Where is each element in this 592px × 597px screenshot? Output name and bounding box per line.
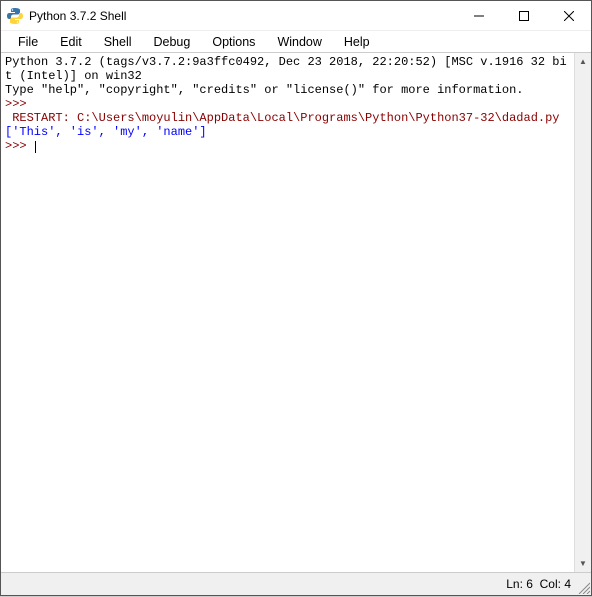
statusbar: Ln: 6 Col: 4 [1, 573, 591, 595]
vertical-scrollbar[interactable]: ▲ ▼ [574, 53, 591, 572]
prompt: >>> [5, 97, 34, 111]
menubar: File Edit Shell Debug Options Window Hel… [1, 31, 591, 53]
titlebar: Python 3.7.2 Shell [1, 1, 591, 31]
menu-options[interactable]: Options [203, 33, 264, 51]
window-controls [456, 1, 591, 30]
python-icon [7, 8, 23, 24]
line-indicator: Ln: 6 [506, 577, 533, 591]
output-line: ['This', 'is', 'my', 'name'] [5, 125, 207, 139]
scroll-up-button[interactable]: ▲ [575, 53, 591, 70]
menu-edit[interactable]: Edit [51, 33, 91, 51]
minimize-button[interactable] [456, 1, 501, 30]
shell-content[interactable]: Python 3.7.2 (tags/v3.7.2:9a3ffc0492, De… [1, 53, 574, 572]
shell-window: Python 3.7.2 Shell File Edit Shell Debug… [0, 0, 592, 596]
prompt: >>> [5, 139, 34, 153]
maximize-button[interactable] [501, 1, 546, 30]
col-indicator: Col: 4 [540, 577, 571, 591]
menu-file[interactable]: File [9, 33, 47, 51]
resize-grip-icon[interactable] [576, 580, 590, 594]
close-button[interactable] [546, 1, 591, 30]
banner-line: Type "help", "copyright", "credits" or "… [5, 83, 523, 97]
scroll-down-button[interactable]: ▼ [575, 555, 591, 572]
menu-shell[interactable]: Shell [95, 33, 141, 51]
banner-line: Python 3.7.2 (tags/v3.7.2:9a3ffc0492, De… [5, 55, 567, 83]
menu-debug[interactable]: Debug [145, 33, 200, 51]
menu-window[interactable]: Window [268, 33, 330, 51]
content-wrap: Python 3.7.2 (tags/v3.7.2:9a3ffc0492, De… [1, 53, 591, 573]
restart-line: RESTART: C:\Users\moyulin\AppData\Local\… [5, 111, 567, 125]
window-title: Python 3.7.2 Shell [29, 9, 456, 23]
menu-help[interactable]: Help [335, 33, 379, 51]
text-cursor [35, 141, 36, 153]
